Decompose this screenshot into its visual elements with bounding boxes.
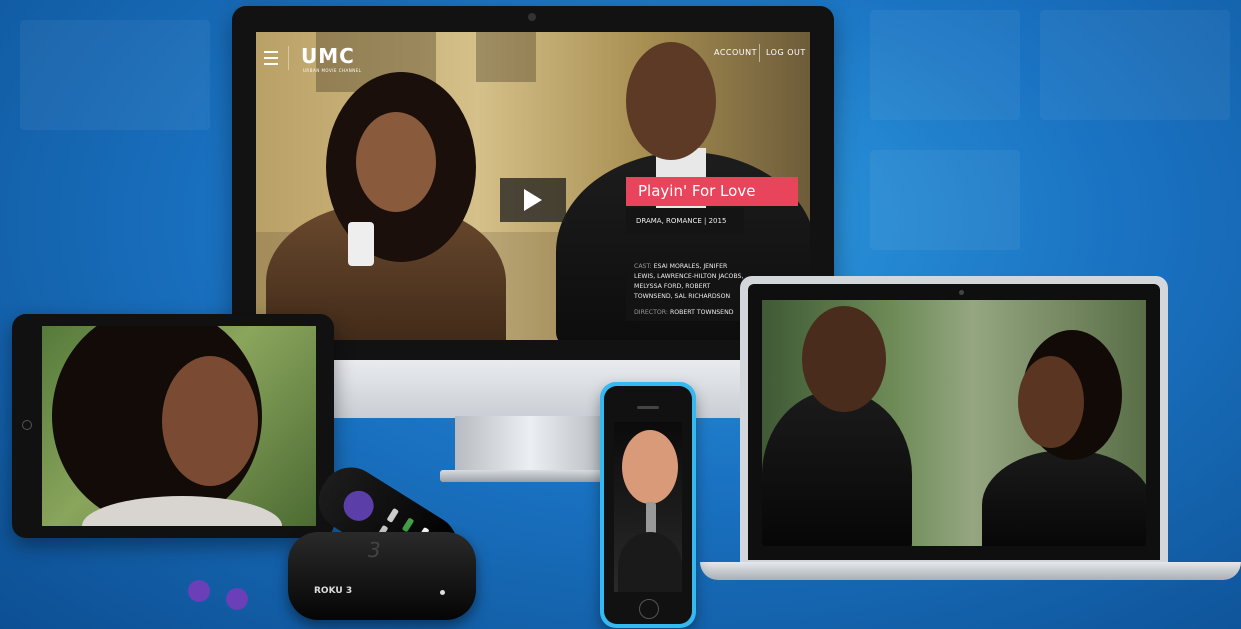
laptop-screen — [762, 300, 1146, 546]
laptop-base — [700, 562, 1241, 580]
roku-label: ROKU 3 — [314, 586, 353, 596]
phone-speaker — [637, 406, 659, 409]
woman-face — [1018, 356, 1084, 448]
phone-home-button[interactable] — [639, 599, 659, 619]
background-panel — [870, 150, 1020, 250]
tablet — [12, 314, 334, 538]
logout-link[interactable]: LOG OUT — [766, 48, 806, 57]
smartphone — [600, 382, 696, 628]
woman-face — [162, 356, 258, 486]
monitor-stand — [455, 416, 605, 476]
roku-box: 3 ROKU 3 — [288, 532, 476, 620]
cast-label: CAST: — [634, 263, 652, 270]
director-label: DIRECTOR: — [634, 309, 668, 316]
monitor-screen: UMC URBAN MOVIE CHANNEL ACCOUNT LOG OUT … — [256, 32, 810, 340]
movie-title: Playin' For Love — [626, 177, 798, 206]
comedian-face — [622, 430, 678, 504]
background-panel — [20, 20, 210, 130]
play-button[interactable] — [500, 178, 566, 222]
roku-model-badge: 3 — [368, 538, 381, 562]
laptop — [740, 276, 1168, 564]
remote-button[interactable] — [386, 507, 400, 523]
tablet-home-button[interactable] — [22, 420, 32, 430]
movie-genre-year: DRAMA, ROMANCE | 2015 — [626, 208, 744, 234]
earbud — [226, 588, 248, 610]
background-panel — [1040, 10, 1230, 120]
nav-divider — [759, 44, 760, 62]
tablet-screen — [42, 326, 316, 526]
background-wall — [476, 32, 536, 82]
movie-director: DIRECTOR: ROBERT TOWNSEND — [626, 304, 756, 321]
monitor-base — [440, 470, 620, 482]
woman-figure — [982, 450, 1146, 546]
umc-logo-subtitle: URBAN MOVIE CHANNEL — [303, 68, 362, 73]
remote-button[interactable] — [401, 517, 415, 533]
account-link[interactable]: ACCOUNT — [714, 48, 757, 57]
phone-screen — [614, 422, 682, 592]
man-face — [802, 306, 886, 412]
laptop-bezel — [748, 284, 1160, 560]
man-figure — [762, 390, 912, 546]
comedian-figure — [618, 532, 682, 592]
movie-cast: CAST: ESAI MORALES, JENIFER LEWIS, LAWRE… — [626, 256, 756, 308]
umc-logo[interactable]: UMC — [301, 44, 355, 68]
earbud — [188, 580, 210, 602]
webcam — [959, 290, 964, 295]
hamburger-menu-icon[interactable] — [262, 46, 289, 70]
man-face — [626, 42, 716, 160]
microphone — [348, 222, 374, 266]
earbuds — [186, 576, 276, 616]
director-name: ROBERT TOWNSEND — [669, 309, 734, 316]
webcam — [528, 13, 536, 21]
remote-dpad[interactable] — [337, 485, 380, 527]
background-panel — [870, 10, 1020, 120]
status-light — [440, 590, 445, 595]
play-icon — [524, 189, 542, 211]
woman-face — [356, 112, 436, 212]
phone-face — [604, 386, 692, 624]
